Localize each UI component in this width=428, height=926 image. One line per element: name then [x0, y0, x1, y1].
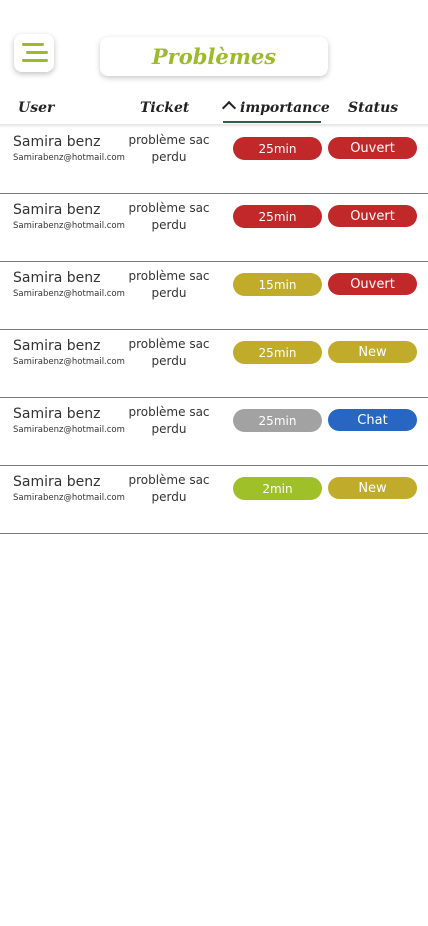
- table-row[interactable]: Samira benz Samirabenz@hotmail.com problèm…: [0, 194, 428, 262]
- table-row[interactable]: Samira benz Samirabenz@hotmail.com problèm…: [0, 466, 428, 534]
- importance-badge: 25min: [233, 409, 322, 432]
- column-header-importance-label: importance: [240, 100, 330, 116]
- menu-icon-bar: [22, 59, 48, 62]
- importance-badge: 25min: [233, 341, 322, 364]
- chevron-up-icon: [221, 100, 237, 116]
- column-header-ticket[interactable]: Ticket: [140, 100, 189, 116]
- user-email: Samirabenz@hotmail.com: [13, 153, 125, 163]
- user-email: Samirabenz@hotmail.com: [13, 425, 125, 435]
- sort-indicator-underline: [223, 121, 321, 123]
- user-email: Samirabenz@hotmail.com: [13, 289, 125, 299]
- user-name: Samira benz: [13, 338, 101, 354]
- user-email: Samirabenz@hotmail.com: [13, 493, 125, 503]
- menu-icon-bar: [26, 51, 48, 54]
- column-header-status[interactable]: Status: [348, 100, 398, 116]
- status-badge[interactable]: New: [328, 341, 417, 363]
- importance-badge: 15min: [233, 273, 322, 296]
- ticket-description: problème sac perdu: [128, 201, 210, 232]
- ticket-description: problème sac perdu: [128, 133, 210, 164]
- user-name: Samira benz: [13, 270, 101, 286]
- menu-button[interactable]: [14, 34, 54, 72]
- table-row[interactable]: Samira benz Samirabenz@hotmail.com problèm…: [0, 126, 428, 194]
- user-name: Samira benz: [13, 134, 101, 150]
- importance-badge: 2min: [233, 477, 322, 500]
- problem-list: Samira benz Samirabenz@hotmail.com problèm…: [0, 126, 428, 534]
- user-name: Samira benz: [13, 202, 101, 218]
- user-email: Samirabenz@hotmail.com: [13, 221, 125, 231]
- status-badge[interactable]: Ouvert: [328, 137, 417, 159]
- status-badge[interactable]: Chat: [328, 409, 417, 431]
- menu-icon-bar: [22, 43, 44, 46]
- table-header: User Ticket importance Status: [0, 96, 428, 124]
- status-badge[interactable]: Ouvert: [328, 273, 417, 295]
- status-badge[interactable]: New: [328, 477, 417, 499]
- page-title: Problèmes: [151, 44, 277, 69]
- ticket-description: problème sac perdu: [128, 473, 210, 504]
- user-name: Samira benz: [13, 406, 101, 422]
- ticket-description: problème sac perdu: [128, 337, 210, 368]
- ticket-description: problème sac perdu: [128, 405, 210, 436]
- column-header-importance[interactable]: importance: [221, 100, 330, 116]
- column-header-user[interactable]: User: [18, 100, 54, 116]
- page-title-card: Problèmes: [100, 37, 328, 76]
- importance-badge: 25min: [233, 205, 322, 228]
- table-row[interactable]: Samira benz Samirabenz@hotmail.com problèm…: [0, 398, 428, 466]
- table-row[interactable]: Samira benz Samirabenz@hotmail.com problèm…: [0, 330, 428, 398]
- user-email: Samirabenz@hotmail.com: [13, 357, 125, 367]
- status-badge[interactable]: Ouvert: [328, 205, 417, 227]
- ticket-description: problème sac perdu: [128, 269, 210, 300]
- user-name: Samira benz: [13, 474, 101, 490]
- table-row[interactable]: Samira benz Samirabenz@hotmail.com problèm…: [0, 262, 428, 330]
- importance-badge: 25min: [233, 137, 322, 160]
